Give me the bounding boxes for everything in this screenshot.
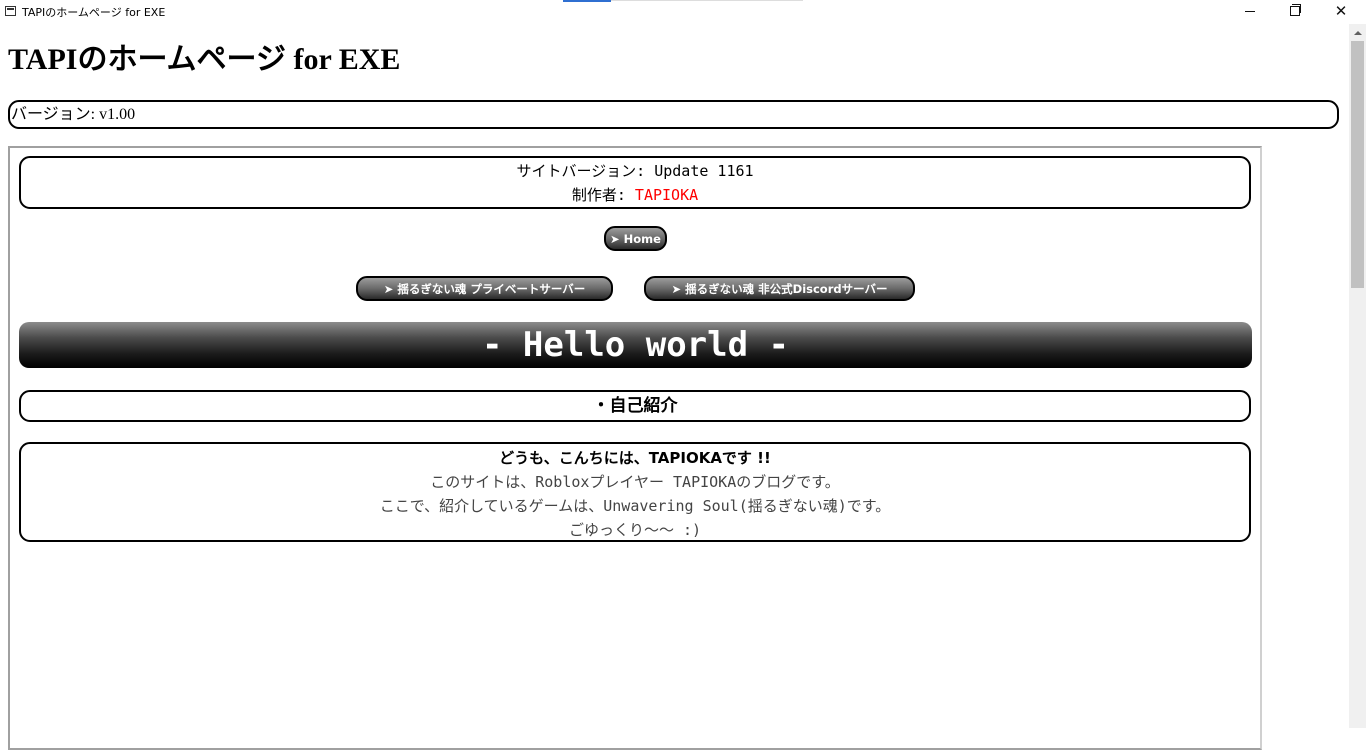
close-icon: ✕ bbox=[1334, 1, 1348, 20]
content-frame: サイトバージョン: Update 1161 制作者: TAPIOKA ➤ Hom… bbox=[8, 146, 1262, 750]
author-line: 制作者: TAPIOKA bbox=[21, 183, 1249, 207]
greeting-box: どうも、こんちには、TAPIOKAです !! このサイトは、Robloxプレイヤ… bbox=[19, 442, 1251, 542]
intro-heading-box: ・自己紹介 bbox=[19, 390, 1251, 422]
minimize-button[interactable] bbox=[1227, 0, 1273, 22]
window-titlebar: TAPIのホームページ for EXE ✕ bbox=[0, 0, 1366, 24]
arrow-up-icon bbox=[1353, 30, 1362, 35]
author-label: 制作者: bbox=[571, 186, 635, 204]
site-info-box: サイトバージョン: Update 1161 制作者: TAPIOKA bbox=[19, 156, 1251, 209]
scroll-up-button[interactable] bbox=[1349, 24, 1366, 41]
intro-line-3: ごゆっくり〜〜 :) bbox=[568, 521, 702, 539]
close-button[interactable]: ✕ bbox=[1318, 0, 1364, 22]
author-name: TAPIOKA bbox=[634, 186, 699, 204]
maximize-button[interactable] bbox=[1272, 0, 1318, 22]
titlebar-accent bbox=[563, 0, 611, 2]
window-title: TAPIのホームページ for EXE bbox=[22, 6, 166, 19]
app-icon bbox=[5, 6, 16, 16]
greeting-line: どうも、こんちには、TAPIOKAです !! bbox=[499, 449, 771, 467]
intro-line-1: このサイトは、Robloxプレイヤー TAPIOKAのブログです。 bbox=[430, 473, 840, 491]
titlebar-accent-line bbox=[611, 0, 803, 1]
private-server-button[interactable]: ➤ 揺るぎない魂 プライベートサーバー bbox=[356, 276, 613, 301]
site-version: サイトバージョン: Update 1161 bbox=[516, 162, 754, 180]
vertical-scrollbar[interactable] bbox=[1349, 24, 1366, 728]
hello-world-banner: - Hello world - bbox=[19, 322, 1252, 368]
discord-server-button[interactable]: ➤ 揺るぎない魂 非公式Discordサーバー bbox=[644, 276, 915, 301]
scrollbar-thumb[interactable] bbox=[1351, 41, 1364, 288]
version-box: バージョン: v1.00 bbox=[8, 100, 1339, 129]
page-title: TAPIのホームページ for EXE bbox=[8, 43, 401, 76]
restore-icon bbox=[1290, 4, 1301, 16]
home-button[interactable]: ➤ Home bbox=[604, 226, 667, 251]
minimize-icon bbox=[1245, 10, 1255, 12]
intro-line-2: ここで、紹介しているゲームは、Unwavering Soul(揺るぎない魂)です… bbox=[379, 497, 891, 515]
